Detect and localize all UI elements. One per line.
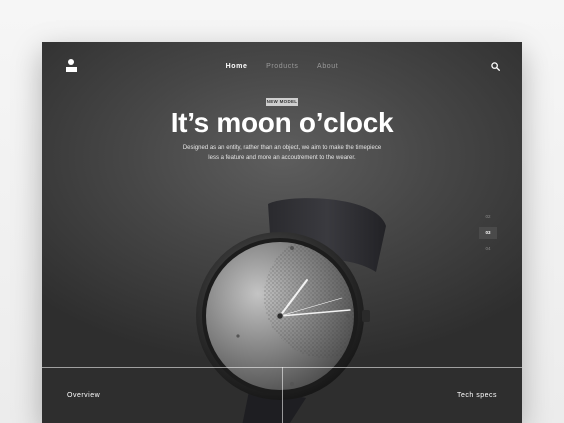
search-icon[interactable] bbox=[491, 62, 500, 71]
new-model-badge: NEW MODEL bbox=[266, 98, 298, 106]
pager-current[interactable]: 03 bbox=[479, 227, 497, 239]
pager-prev[interactable]: 02 bbox=[479, 214, 497, 219]
watch-image bbox=[196, 198, 386, 423]
main-nav: Home Products About bbox=[42, 63, 522, 70]
overview-link[interactable]: Overview bbox=[67, 392, 100, 399]
vertical-divider bbox=[282, 367, 283, 423]
hero-subtitle-line-2: less a feature and more an accoutrement … bbox=[208, 155, 356, 161]
pager-next[interactable]: 04 bbox=[479, 246, 497, 251]
hero-subtitle-line-1: Designed as an entity, rather than an ob… bbox=[182, 145, 382, 151]
tech-specs-link[interactable]: Tech specs bbox=[457, 392, 497, 399]
nav-item-about[interactable]: About bbox=[317, 63, 338, 70]
nav-item-home[interactable]: Home bbox=[226, 63, 248, 70]
nav-item-products[interactable]: Products bbox=[266, 63, 298, 70]
hero-title: It’s moon o’clock bbox=[170, 107, 394, 138]
hero-frame: Home Products About NEW MODEL It’s moon … bbox=[42, 42, 522, 423]
hero-subtitle: Designed as an entity, rather than an ob… bbox=[42, 143, 522, 163]
